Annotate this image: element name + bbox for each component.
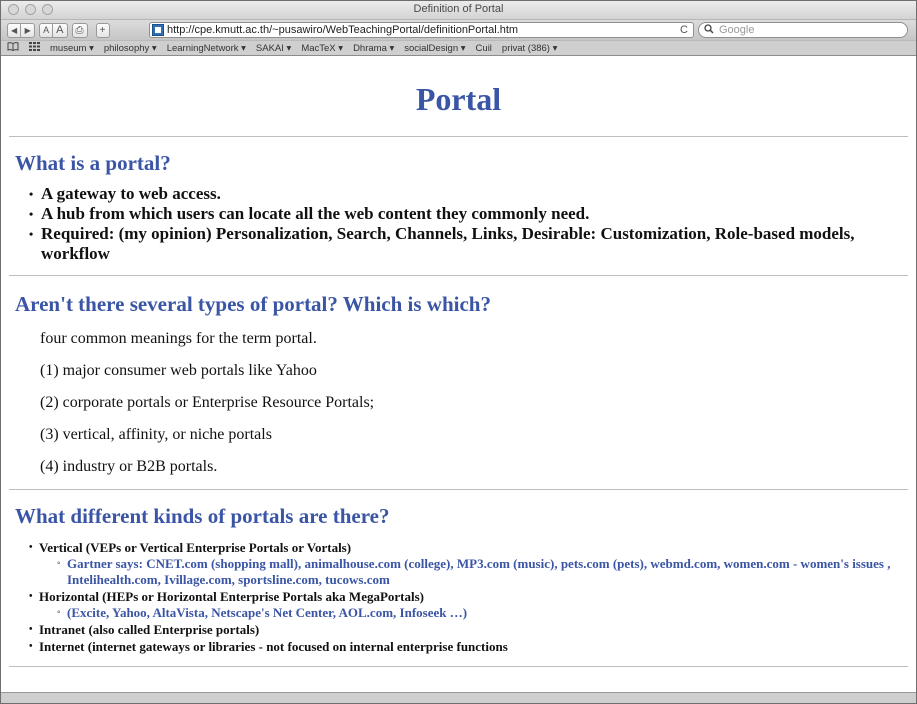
bookmarks-bar: museum ▾ philosophy ▾ LearningNetwork ▾ … <box>1 40 916 56</box>
divider <box>9 136 908 137</box>
section-heading-types: Aren't there several types of portal? Wh… <box>15 292 491 316</box>
list-item: Internet (internet gateways or libraries… <box>29 638 916 655</box>
bookmark-learningnetwork[interactable]: LearningNetwork ▾ <box>167 43 246 54</box>
divider <box>9 275 908 276</box>
paragraph: (1) major consumer web portals like Yaho… <box>40 362 317 379</box>
list-item: Intranet (also called Enterprise portals… <box>29 621 916 638</box>
search-icon[interactable] <box>704 23 715 37</box>
sublist: Gartner says: CNET.com (shopping mall), … <box>39 556 916 588</box>
bookmark-philosophy[interactable]: philosophy ▾ <box>104 43 157 54</box>
list-item-text: Horizontal (HEPs or Horizontal Enterpris… <box>39 589 424 604</box>
toolbar: ◀ ▶ A A ⎙ + http://cpe.kmutt.ac.th/~pusa… <box>1 20 916 40</box>
bookmark-privat[interactable]: privat (386) ▾ <box>502 43 557 54</box>
search-placeholder: Google <box>719 24 755 36</box>
print-button[interactable]: ⎙ <box>71 22 88 38</box>
list-item-text: Internet (internet gateways or libraries… <box>39 639 508 654</box>
favicon-icon <box>152 24 164 36</box>
list-item: Vertical (VEPs or Vertical Enterprise Po… <box>29 539 916 588</box>
bookmark-socialdesign[interactable]: socialDesign ▾ <box>404 43 465 54</box>
browser-window: Definition of Portal ◀ ▶ A A ⎙ + http://… <box>0 0 917 704</box>
bookmark-museum[interactable]: museum ▾ <box>50 43 94 54</box>
book-icon[interactable] <box>7 42 19 54</box>
list-item-text: Intranet (also called Enterprise portals… <box>39 622 260 637</box>
sublist-item: Gartner says: CNET.com (shopping mall), … <box>57 556 916 588</box>
list-item: A gateway to web access. <box>29 184 916 204</box>
bookmark-sakai[interactable]: SAKAI ▾ <box>256 43 291 54</box>
bookmark-mactex[interactable]: MacTeX ▾ <box>301 43 343 54</box>
title-bar: Definition of Portal <box>1 1 916 20</box>
search-field[interactable]: Google <box>698 22 908 38</box>
list-item-text: Vertical (VEPs or Vertical Enterprise Po… <box>39 540 352 555</box>
smaller-text-button[interactable]: A <box>39 22 54 38</box>
list-item: Required: (my opinion) Personalization, … <box>29 224 916 264</box>
reload-button[interactable]: C <box>675 24 693 36</box>
window-title: Definition of Portal <box>413 3 504 15</box>
sublist: (Excite, Yahoo, AltaVista, Netscape's Ne… <box>39 605 916 621</box>
text-size-buttons: A A <box>39 22 68 38</box>
address-input[interactable]: http://cpe.kmutt.ac.th/~pusawiro/WebTeac… <box>167 24 675 36</box>
bigger-text-button[interactable]: A <box>53 22 68 38</box>
section-heading-what-is: What is a portal? <box>15 151 171 175</box>
paragraph: (2) corporate portals or Enterprise Reso… <box>40 394 375 411</box>
forward-button[interactable]: ▶ <box>21 22 36 38</box>
paragraph: (3) vertical, affinity, or niche portals <box>40 426 272 443</box>
paragraph: (4) industry or B2B portals. <box>40 458 218 475</box>
sublist-item: (Excite, Yahoo, AltaVista, Netscape's Ne… <box>57 605 916 621</box>
bookmark-dhrama[interactable]: Dhrama ▾ <box>353 43 394 54</box>
page-content: Portal What is a portal? A gateway to we… <box>1 57 916 703</box>
list-item: A hub from which users can locate all th… <box>29 204 916 224</box>
section-heading-kinds: What different kinds of portals are ther… <box>15 504 390 528</box>
list-item: Horizontal (HEPs or Horizontal Enterpris… <box>29 588 916 621</box>
page-title: Portal <box>415 81 502 117</box>
grid-icon[interactable] <box>29 42 40 54</box>
definition-list: A gateway to web access. A hub from whic… <box>1 184 916 264</box>
address-bar[interactable]: http://cpe.kmutt.ac.th/~pusawiro/WebTeac… <box>149 22 694 38</box>
nav-buttons: ◀ ▶ <box>7 22 36 38</box>
add-bookmark-button[interactable]: + <box>95 22 110 38</box>
bookmark-cuil[interactable]: Cuil <box>476 43 492 54</box>
divider <box>9 489 908 490</box>
status-bar <box>1 692 916 703</box>
paragraph: four common meanings for the term portal… <box>40 330 317 347</box>
back-button[interactable]: ◀ <box>7 22 22 38</box>
divider <box>9 666 908 667</box>
kinds-list: Vertical (VEPs or Vertical Enterprise Po… <box>1 539 916 655</box>
